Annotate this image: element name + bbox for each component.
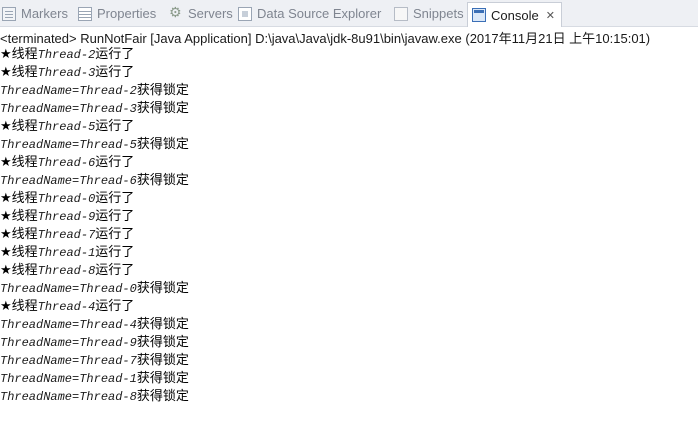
console-line-suffix: 运行了 — [95, 46, 135, 61]
console-line-prefix: ★线程 — [0, 298, 38, 313]
console-line-prefix: ★线程 — [0, 154, 38, 169]
console-line-suffix: 运行了 — [95, 118, 135, 133]
console-line: ThreadName=Thread-6获得锁定 — [0, 171, 698, 189]
tab-label: Console — [491, 7, 539, 23]
console-line-suffix: 获得锁定 — [136, 136, 189, 151]
console-line-suffix: 运行了 — [95, 208, 135, 223]
console-line: ★线程Thread-2运行了 — [0, 45, 698, 63]
console-line-suffix: 获得锁定 — [136, 82, 189, 97]
console-line: ThreadName=Thread-1获得锁定 — [0, 369, 698, 387]
console-line: ★线程Thread-6运行了 — [0, 153, 698, 171]
console-line: ThreadName=Thread-9获得锁定 — [0, 333, 698, 351]
tab-properties[interactable]: Properties — [78, 3, 156, 24]
properties-icon — [78, 6, 92, 21]
console-line-thread: ThreadName=Thread-3 — [0, 102, 137, 116]
tab-label: Snippets — [413, 6, 464, 21]
console-line-suffix: 获得锁定 — [136, 172, 189, 187]
console-line-suffix: 运行了 — [95, 190, 135, 205]
console-line: ★线程Thread-3运行了 — [0, 63, 698, 81]
console-output[interactable]: ★线程Thread-2运行了 ★线程Thread-3运行了 ThreadName=T… — [0, 45, 698, 405]
tab-label: Markers — [21, 6, 68, 21]
console-line-prefix: ★线程 — [0, 118, 38, 133]
console-line: ThreadName=Thread-5获得锁定 — [0, 135, 698, 153]
console-line: ThreadName=Thread-7获得锁定 — [0, 351, 698, 369]
tab-console[interactable]: Console ✕ — [467, 2, 562, 27]
console-line-suffix: 获得锁定 — [136, 280, 189, 295]
console-line: ThreadName=Thread-4获得锁定 — [0, 315, 698, 333]
console-line-suffix: 运行了 — [95, 298, 135, 313]
tab-servers[interactable]: Servers — [169, 3, 233, 24]
console-line-prefix: ★线程 — [0, 64, 38, 79]
tab-snippets[interactable]: Snippets — [394, 3, 464, 24]
console-line-thread: ThreadName=Thread-1 — [0, 372, 137, 386]
console-line-thread: Thread-1 — [37, 246, 96, 260]
console-line: ★线程Thread-5运行了 — [0, 117, 698, 135]
console-line: ★线程Thread-0运行了 — [0, 189, 698, 207]
console-line-prefix: ★线程 — [0, 262, 38, 277]
console-line-thread: ThreadName=Thread-4 — [0, 318, 137, 332]
console-line-suffix: 运行了 — [95, 154, 135, 169]
tab-label: Properties — [97, 6, 157, 21]
console-line: ★线程Thread-8运行了 — [0, 261, 698, 279]
console-line-thread: ThreadName=Thread-2 — [0, 84, 137, 98]
console-line-thread: Thread-7 — [37, 228, 96, 242]
console-line-thread: Thread-4 — [37, 300, 96, 314]
console-line-suffix: 获得锁定 — [136, 316, 189, 331]
console-line-suffix: 获得锁定 — [136, 334, 189, 349]
console-line-prefix: ★线程 — [0, 46, 38, 61]
console-line-thread: ThreadName=Thread-8 — [0, 390, 137, 404]
console-line-suffix: 运行了 — [95, 64, 135, 79]
console-line: ★线程Thread-9运行了 — [0, 207, 698, 225]
console-line-prefix: ★线程 — [0, 226, 38, 241]
console-line-thread: Thread-2 — [37, 48, 96, 62]
console-line: ThreadName=Thread-2获得锁定 — [0, 81, 698, 99]
tab-label: Servers — [188, 6, 233, 21]
console-line-suffix: 运行了 — [95, 262, 135, 277]
console-line-suffix: 获得锁定 — [136, 370, 189, 385]
console-line-thread: Thread-6 — [37, 156, 96, 170]
console-line: ThreadName=Thread-8获得锁定 — [0, 387, 698, 405]
view-tab-bar: Markers Properties Servers Data Source E… — [0, 0, 698, 27]
tab-label: Data Source Explorer — [257, 6, 382, 21]
console-line: ★线程Thread-4运行了 — [0, 297, 698, 315]
console-line-suffix: 运行了 — [95, 244, 135, 259]
tab-data-source-explorer[interactable]: Data Source Explorer — [238, 3, 381, 24]
console-line-thread: ThreadName=Thread-9 — [0, 336, 137, 350]
close-icon[interactable]: ✕ — [546, 9, 555, 22]
console-line-suffix: 获得锁定 — [136, 388, 189, 403]
console-line-thread: ThreadName=Thread-7 — [0, 354, 137, 368]
console-line: ★线程Thread-7运行了 — [0, 225, 698, 243]
console-line-prefix: ★线程 — [0, 190, 38, 205]
console-line-prefix: ★线程 — [0, 208, 38, 223]
console-line: ThreadName=Thread-3获得锁定 — [0, 99, 698, 117]
console-line-suffix: 获得锁定 — [136, 352, 189, 367]
console-line-thread: Thread-0 — [37, 192, 96, 206]
console-line-suffix: 获得锁定 — [136, 100, 189, 115]
console-line-thread: Thread-9 — [37, 210, 96, 224]
console-line-prefix: ★线程 — [0, 244, 38, 259]
snippets-icon — [394, 6, 408, 21]
data-source-explorer-icon — [238, 6, 252, 21]
console-line-thread: ThreadName=Thread-6 — [0, 174, 137, 188]
console-line-thread: Thread-8 — [37, 264, 96, 278]
console-line-thread: Thread-3 — [37, 66, 96, 80]
console-line-thread: ThreadName=Thread-5 — [0, 138, 137, 152]
console-line: ★线程Thread-1运行了 — [0, 243, 698, 261]
console-icon — [472, 8, 486, 22]
console-line-suffix: 运行了 — [95, 226, 135, 241]
tab-markers[interactable]: Markers — [2, 3, 68, 24]
console-line: ThreadName=Thread-0获得锁定 — [0, 279, 698, 297]
console-line-thread: Thread-5 — [37, 120, 96, 134]
console-line-thread: ThreadName=Thread-0 — [0, 282, 137, 296]
markers-icon — [2, 6, 16, 21]
servers-icon — [169, 4, 183, 21]
